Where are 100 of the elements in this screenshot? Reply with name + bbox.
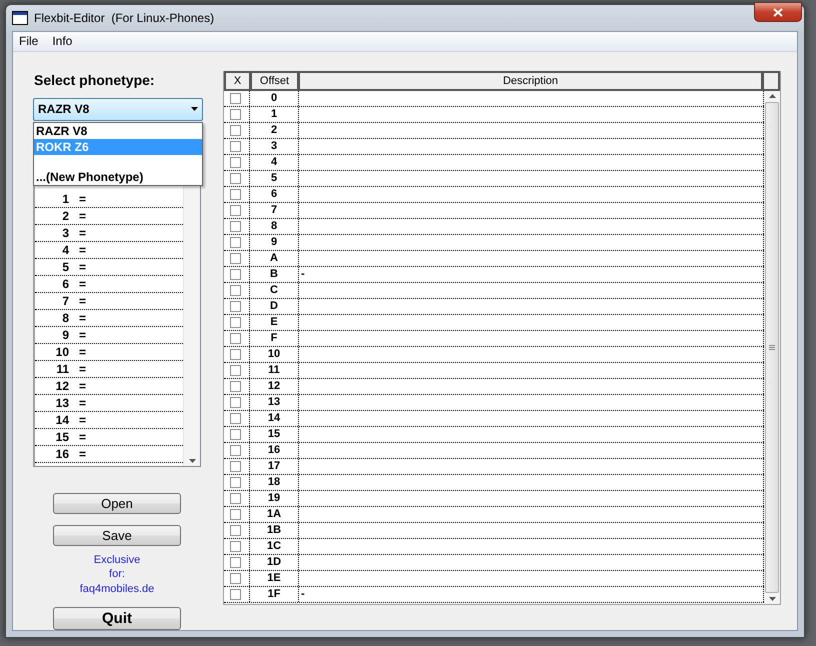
offset-cell: 9 bbox=[250, 234, 299, 250]
dropdown-option[interactable]: ...(New Phonetype) bbox=[34, 168, 202, 184]
bit-index: 9 bbox=[61, 328, 69, 342]
equals-sign: = bbox=[79, 378, 86, 392]
row-checkbox[interactable] bbox=[230, 332, 241, 344]
credit-text: faq4mobiles.de bbox=[78, 582, 156, 596]
row-checkbox[interactable] bbox=[230, 268, 241, 280]
scrollbar-thumb[interactable] bbox=[765, 102, 779, 592]
equals-sign: = bbox=[79, 328, 86, 342]
offset-cell: D bbox=[250, 298, 299, 314]
row-checkbox[interactable] bbox=[230, 204, 241, 216]
menu-item[interactable]: Info bbox=[52, 34, 72, 48]
offset-cell: 19 bbox=[250, 490, 299, 506]
phonetype-dropdown[interactable]: RAZR V8 bbox=[33, 98, 203, 120]
phonetype-label: Select phonetype: bbox=[34, 72, 156, 88]
offset-cell: 15 bbox=[250, 426, 299, 442]
bit-index: 15 bbox=[54, 430, 69, 444]
bit-index: 5 bbox=[61, 260, 69, 274]
column-header: Description bbox=[298, 70, 762, 90]
row-checkbox[interactable] bbox=[230, 108, 241, 120]
equals-sign: = bbox=[79, 208, 86, 222]
close-icon bbox=[773, 8, 783, 16]
open-button[interactable]: Open bbox=[53, 492, 181, 514]
row-checkbox[interactable] bbox=[230, 124, 241, 136]
equals-sign: = bbox=[79, 294, 86, 308]
offset-cell: 2 bbox=[250, 122, 299, 138]
offset-cell: C bbox=[250, 282, 299, 298]
close-button[interactable] bbox=[754, 2, 802, 22]
scroll-down-arrow-icon[interactable] bbox=[768, 596, 776, 600]
offset-cell: 1B bbox=[250, 522, 299, 538]
offset-cell: E bbox=[250, 314, 299, 330]
row-checkbox[interactable] bbox=[230, 380, 241, 392]
offset-cell: 13 bbox=[250, 394, 299, 410]
offset-cell: 1E bbox=[250, 570, 299, 586]
credit-text: for: bbox=[108, 567, 126, 582]
row-checkbox[interactable] bbox=[230, 492, 241, 504]
quit-button[interactable]: Quit bbox=[53, 607, 181, 630]
row-checkbox[interactable] bbox=[230, 252, 241, 264]
bit-index: 8 bbox=[61, 310, 69, 324]
equals-sign: = bbox=[79, 362, 86, 376]
menu-item[interactable]: File bbox=[19, 34, 38, 48]
row-checkbox[interactable] bbox=[230, 556, 241, 568]
offset-cell: 11 bbox=[250, 362, 299, 378]
equals-sign: = bbox=[79, 396, 86, 410]
offset-cell: 10 bbox=[250, 346, 299, 362]
row-checkbox[interactable] bbox=[230, 476, 241, 488]
offset-cell: F bbox=[250, 330, 299, 346]
row-checkbox[interactable] bbox=[230, 508, 241, 520]
bit-index: 16 bbox=[54, 446, 69, 460]
row-checkbox[interactable] bbox=[230, 156, 241, 168]
row-checkbox[interactable] bbox=[230, 140, 241, 152]
credit-text: Exclusive bbox=[92, 552, 142, 567]
offset-cell: 6 bbox=[250, 186, 299, 202]
row-checkbox[interactable] bbox=[230, 396, 241, 408]
equals-sign: = bbox=[79, 260, 86, 274]
offset-cell: 18 bbox=[250, 474, 299, 490]
bit-index: 2 bbox=[61, 208, 69, 222]
row-checkbox[interactable] bbox=[230, 348, 241, 360]
row-checkbox[interactable] bbox=[230, 284, 241, 296]
bit-index: 1 bbox=[61, 192, 69, 206]
equals-sign: = bbox=[79, 446, 86, 460]
offset-cell: 17 bbox=[250, 458, 299, 474]
offset-cell: 3 bbox=[250, 138, 299, 154]
bit-index: 3 bbox=[61, 226, 69, 240]
row-checkbox[interactable] bbox=[230, 412, 241, 424]
save-button[interactable]: Save bbox=[53, 524, 181, 546]
dropdown-option[interactable]: RAZR V8 bbox=[34, 122, 202, 138]
row-checkbox[interactable] bbox=[230, 364, 241, 376]
row-checkbox[interactable] bbox=[230, 188, 241, 200]
equals-sign: = bbox=[79, 242, 86, 256]
bit-index: 12 bbox=[54, 378, 69, 392]
equals-sign: = bbox=[79, 310, 86, 324]
equals-sign: = bbox=[79, 344, 86, 358]
bit-index: 10 bbox=[54, 344, 69, 358]
row-checkbox[interactable] bbox=[230, 236, 241, 248]
offset-cell: 1 bbox=[250, 106, 299, 122]
row-checkbox[interactable] bbox=[230, 428, 241, 440]
equals-sign: = bbox=[79, 276, 86, 290]
offset-cell: 12 bbox=[250, 378, 299, 394]
row-checkbox[interactable] bbox=[230, 300, 241, 312]
bit-index: 14 bbox=[54, 412, 69, 426]
row-checkbox[interactable] bbox=[230, 172, 241, 184]
bit-index: 13 bbox=[54, 396, 69, 410]
window-title: Flexbit-Editor (For Linux-Phones) bbox=[34, 10, 214, 25]
equals-sign: = bbox=[79, 226, 86, 240]
row-checkbox[interactable] bbox=[230, 444, 241, 456]
column-header: X bbox=[224, 70, 250, 90]
row-checkbox[interactable] bbox=[230, 460, 241, 472]
row-checkbox[interactable] bbox=[230, 316, 241, 328]
scroll-up-arrow-icon[interactable] bbox=[768, 94, 776, 98]
offset-cell: 7 bbox=[250, 202, 299, 218]
row-checkbox[interactable] bbox=[230, 588, 241, 600]
row-checkbox[interactable] bbox=[230, 540, 241, 552]
scroll-down-arrow-icon[interactable] bbox=[188, 458, 196, 462]
row-checkbox[interactable] bbox=[230, 572, 241, 584]
column-header: Offset bbox=[250, 70, 298, 90]
row-checkbox[interactable] bbox=[230, 92, 241, 104]
offset-cell: 8 bbox=[250, 218, 299, 234]
row-checkbox[interactable] bbox=[230, 220, 241, 232]
row-checkbox[interactable] bbox=[230, 524, 241, 536]
